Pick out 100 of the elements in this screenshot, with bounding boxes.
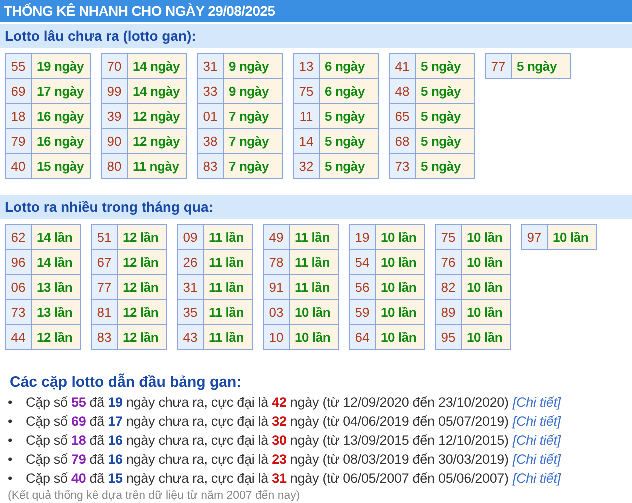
- bullet: •: [8, 413, 14, 431]
- lotto-number: 69: [6, 78, 32, 104]
- count-cell: 10 lần: [376, 300, 424, 324]
- lotto-number: 19: [350, 224, 376, 250]
- count-cell: 9 ngày: [224, 54, 282, 78]
- lotto-number: 43: [178, 324, 204, 350]
- lotto-number: 90: [102, 128, 128, 154]
- count-cell: 12 ngày: [128, 128, 186, 154]
- detail-link[interactable]: [Chi tiết]: [512, 412, 561, 431]
- lotto-number: 78: [264, 250, 290, 274]
- count-cell: 6 ngày: [320, 78, 378, 104]
- count-cell: 11 lần: [290, 224, 338, 250]
- lotto-number: 09: [178, 224, 204, 250]
- lotto-number: 67: [92, 250, 118, 274]
- lotto-number: 73: [390, 154, 416, 178]
- lotto-number: 75: [436, 224, 462, 250]
- count-cell: 5 ngày: [416, 78, 474, 104]
- count-cell: 11 lần: [204, 300, 252, 324]
- lotto-number: 06: [6, 274, 32, 300]
- lotto-number: 38: [198, 128, 224, 154]
- count-cell: 10 lần: [376, 250, 424, 274]
- count-cell: 10 lần: [290, 300, 338, 324]
- lotto-number: 83: [92, 324, 118, 350]
- count-cell: 12 lần: [118, 250, 166, 274]
- lotto-number: 91: [264, 274, 290, 300]
- count-cell: 14 ngày: [128, 78, 186, 104]
- lotto-number: 68: [390, 128, 416, 154]
- lotto-number: 49: [264, 224, 290, 250]
- lotto-number: 01: [198, 104, 224, 128]
- count-cell: 5 ngày: [416, 128, 474, 154]
- list-heading: Các cặp lotto dẫn đầu bảng gan:: [9, 372, 243, 391]
- count-cell: 12 lần: [118, 324, 166, 350]
- lotto-number: 79: [6, 128, 32, 154]
- detail-link[interactable]: [Chi tiết]: [512, 393, 561, 412]
- lotto-number: 73: [6, 300, 32, 324]
- count-cell: 5 ngày: [320, 104, 378, 128]
- lotto-number: 95: [436, 324, 462, 350]
- count-cell: 15 ngày: [32, 154, 90, 178]
- count-cell: 19 ngày: [32, 54, 90, 78]
- lotto-number: 13: [294, 54, 320, 78]
- count-cell: 7 ngày: [224, 104, 282, 128]
- count-cell: 10 lần: [462, 250, 510, 274]
- detail-link[interactable]: [Chi tiết]: [512, 450, 561, 469]
- count-cell: 5 ngày: [416, 54, 474, 78]
- count-cell: 11 lần: [204, 274, 252, 300]
- count-cell: 5 ngày: [416, 154, 474, 178]
- gan-pair-sentence: Cặp số 69 đã 17 ngày chưa ra, cực đại là 32 ngày (từ 04/06/2019 đến 05/07/2019): [26, 413, 509, 431]
- count-cell: 14 lần: [32, 250, 80, 274]
- gan-pair-sentence: Cặp số 18 đã 16 ngày chưa ra, cực đại là 30 ngày (từ 13/09/2015 đến 12/10/2015): [26, 432, 509, 450]
- count-cell: 7 ngày: [224, 128, 282, 154]
- detail-link[interactable]: [Chi tiết]: [512, 431, 561, 450]
- count-cell: 10 lần: [462, 274, 510, 300]
- lotto-number: 76: [436, 250, 462, 274]
- count-cell: 6 ngày: [320, 54, 378, 78]
- count-cell: 12 lần: [32, 324, 80, 350]
- count-cell: 11 ngày: [128, 154, 186, 178]
- count-cell: 10 lần: [290, 324, 338, 350]
- count-cell: 10 lần: [376, 224, 424, 250]
- count-cell: 13 lần: [32, 300, 80, 324]
- lotto-number: 39: [102, 104, 128, 128]
- lotto-number: 82: [436, 274, 462, 300]
- lotto-number: 89: [436, 300, 462, 324]
- count-cell: 11 lần: [290, 274, 338, 300]
- lotto-number: 64: [350, 324, 376, 350]
- lotto-number: 48: [390, 78, 416, 104]
- count-cell: 14 lần: [32, 224, 80, 250]
- bullet: •: [8, 470, 14, 488]
- lotto-number: 77: [486, 54, 512, 78]
- bullet: •: [8, 451, 14, 469]
- gan-pair-sentence: Cặp số 40 đã 15 ngày chưa ra, cực đại là 31 ngày (từ 06/05/2007 đến 05/06/2007): [26, 470, 509, 488]
- count-cell: 5 ngày: [416, 104, 474, 128]
- lotto-number: 54: [350, 250, 376, 274]
- lotto-number: 97: [522, 224, 548, 250]
- lotto-number: 10: [264, 324, 290, 350]
- count-cell: 12 lần: [118, 224, 166, 250]
- lotto-number: 75: [294, 78, 320, 104]
- lotto-number: 14: [294, 128, 320, 154]
- lotto-number: 35: [178, 300, 204, 324]
- lotto-number: 31: [178, 274, 204, 300]
- count-cell: 5 ngày: [320, 128, 378, 154]
- count-cell: 16 ngày: [32, 104, 90, 128]
- lotto-number: 41: [390, 54, 416, 78]
- lotto-number: 26: [178, 250, 204, 274]
- lotto-number: 99: [102, 78, 128, 104]
- count-cell: 5 ngày: [512, 54, 570, 78]
- lotto-number: 55: [6, 54, 32, 78]
- lotto-number: 59: [350, 300, 376, 324]
- lotto-number: 96: [6, 250, 32, 274]
- gan-pair-sentence: Cặp số 79 đã 16 ngày chưa ra, cực đại là 23 ngày (từ 08/03/2019 đến 30/03/2019): [26, 451, 509, 469]
- section-heading: Lotto ra nhiều trong tháng qua:: [0, 195, 632, 219]
- lotto-number: 31: [198, 54, 224, 78]
- lotto-number: 56: [350, 274, 376, 300]
- detail-link[interactable]: [Chi tiết]: [512, 469, 561, 488]
- count-cell: 5 ngày: [320, 154, 378, 178]
- page-title: THỐNG KÊ NHANH CHO NGÀY 29/08/2025: [0, 0, 632, 22]
- count-cell: 13 lần: [32, 274, 80, 300]
- lotto-number: 77: [92, 274, 118, 300]
- count-cell: 10 lần: [462, 300, 510, 324]
- count-cell: 10 lần: [462, 224, 510, 250]
- lotto-number: 33: [198, 78, 224, 104]
